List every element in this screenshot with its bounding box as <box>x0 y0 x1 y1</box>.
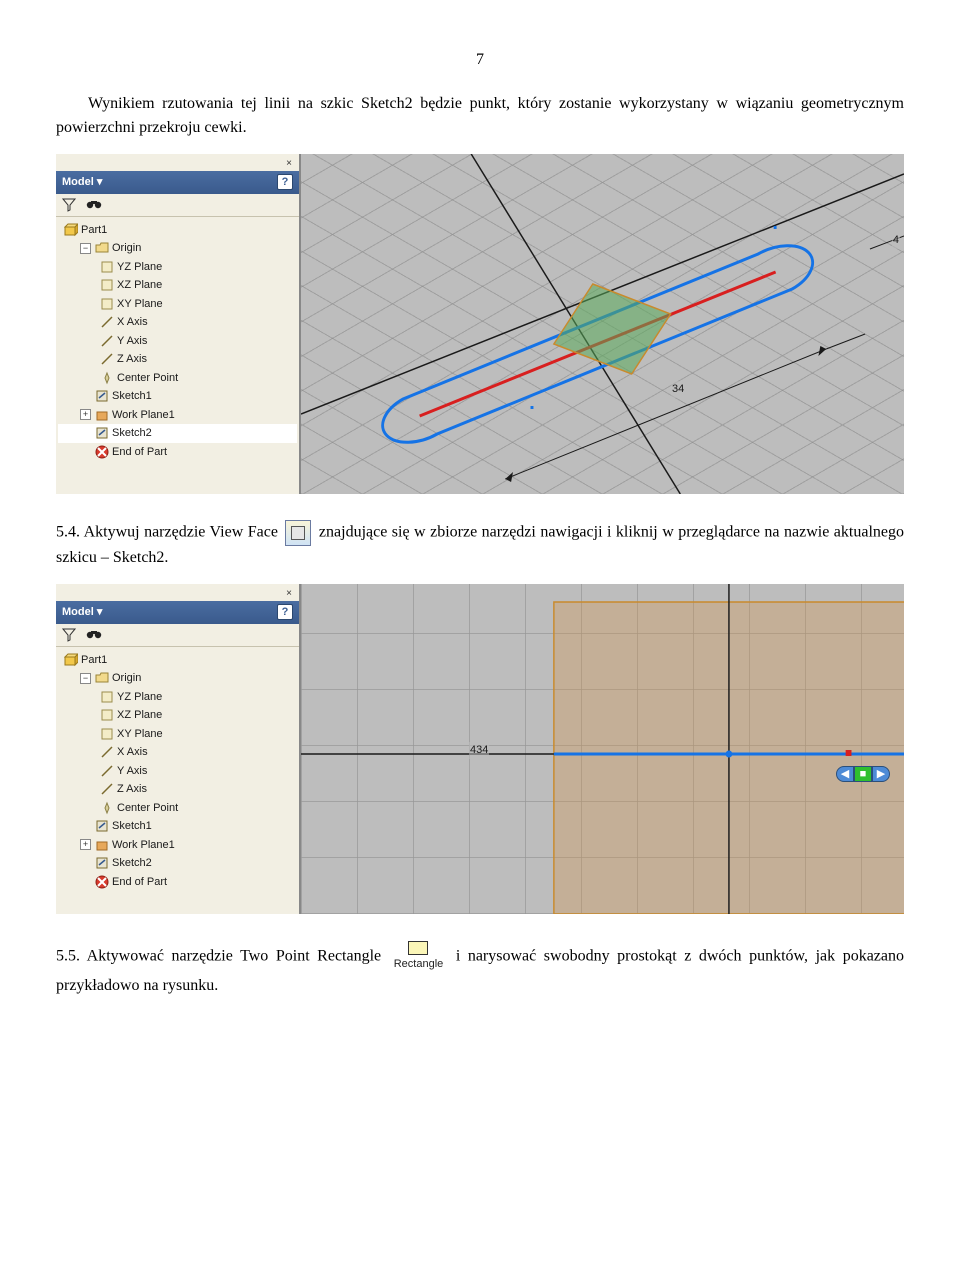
plane-icon <box>100 727 114 741</box>
close-icon[interactable]: × <box>283 586 295 601</box>
sketch-icon <box>95 389 109 403</box>
tree-xy-plane[interactable]: XY Plane <box>58 725 297 744</box>
tree-center-point[interactable]: Center Point <box>58 369 297 388</box>
tree-sketch2[interactable]: Sketch2 <box>58 854 297 873</box>
filter-icon[interactable] <box>62 198 76 212</box>
axis-icon <box>100 315 114 329</box>
help-icon[interactable]: ? <box>277 174 293 190</box>
workplane-icon <box>95 408 109 422</box>
tree-end-of-part[interactable]: End of Part <box>58 873 297 892</box>
filter-icon[interactable] <box>62 628 76 642</box>
help-icon[interactable]: ? <box>277 604 293 620</box>
tree-yz-plane[interactable]: YZ Plane <box>58 258 297 277</box>
sketch-icon <box>95 426 109 440</box>
screenshot-2: × Model ▾ ? Part1 −Origin YZ Plane XZ Pl… <box>56 584 904 914</box>
panel-title: Model ▾ <box>62 604 102 621</box>
tree-workplane1[interactable]: +Work Plane1 <box>58 406 297 425</box>
model-tree: Part1 −Origin YZ Plane XZ Plane XY Plane… <box>56 647 299 915</box>
tree-z-axis[interactable]: Z Axis <box>58 780 297 799</box>
tree-center-point[interactable]: Center Point <box>58 799 297 818</box>
dimension-label-434[interactable]: 434 <box>469 742 489 759</box>
model-tree-panel-2: × Model ▾ ? Part1 −Origin YZ Plane XZ Pl… <box>56 584 301 914</box>
tree-part[interactable]: Part1 <box>58 221 297 240</box>
plane-icon <box>100 690 114 704</box>
two-point-rectangle-icon: Rectangle <box>392 940 446 974</box>
close-icon[interactable]: × <box>283 156 295 171</box>
panel-title: Model ▾ <box>62 174 102 191</box>
scrub-left-icon[interactable]: ◀ <box>836 766 854 782</box>
sketch-icon <box>95 856 109 870</box>
folder-icon <box>95 241 109 255</box>
tree-part[interactable]: Part1 <box>58 651 297 670</box>
tree-end-of-part[interactable]: End of Part <box>58 443 297 462</box>
end-of-part-icon <box>95 445 109 459</box>
workplane-icon <box>95 838 109 852</box>
expand-icon[interactable]: + <box>80 839 91 850</box>
panel-header[interactable]: Model ▾ ? <box>56 601 299 624</box>
sketch-geometry <box>301 154 904 494</box>
part-icon <box>64 653 78 667</box>
plane-icon <box>100 708 114 722</box>
plane-icon <box>100 297 114 311</box>
part-icon <box>64 223 78 237</box>
dimension-label-34[interactable]: 34 <box>671 381 685 398</box>
tree-sketch1[interactable]: Sketch1 <box>58 817 297 836</box>
binoculars-icon[interactable] <box>86 628 102 640</box>
step-5-4: 5.4. Aktywuj narzędzie View Face znajduj… <box>56 520 904 570</box>
viewport-3d[interactable]: 34 4 <box>301 154 904 494</box>
axis-icon <box>100 334 114 348</box>
axis-icon <box>100 745 114 759</box>
tree-yz-plane[interactable]: YZ Plane <box>58 688 297 707</box>
tree-origin[interactable]: − Origin <box>58 239 297 258</box>
plane-icon <box>100 260 114 274</box>
point-icon <box>100 371 114 385</box>
collapse-icon[interactable]: − <box>80 243 91 254</box>
tree-x-axis[interactable]: X Axis <box>58 743 297 762</box>
tree-origin[interactable]: −Origin <box>58 669 297 688</box>
axis-icon <box>100 782 114 796</box>
view-face-icon <box>285 520 311 546</box>
value-scrubber[interactable]: ◀ ■ ▶ <box>836 766 890 782</box>
intro-paragraph: Wynikiem rzutowania tej linii na szkic S… <box>56 92 904 140</box>
point-icon <box>100 801 114 815</box>
scrub-commit-icon[interactable]: ■ <box>854 766 872 782</box>
tree-workplane1[interactable]: +Work Plane1 <box>58 836 297 855</box>
folder-icon <box>95 671 109 685</box>
collapse-icon[interactable]: − <box>80 673 91 684</box>
binoculars-icon[interactable] <box>86 198 102 210</box>
tree-xz-plane[interactable]: XZ Plane <box>58 276 297 295</box>
tree-x-axis[interactable]: X Axis <box>58 313 297 332</box>
screenshot-1: × Model ▾ ? Part1 − Origin YZ Plane <box>56 154 904 494</box>
scrub-right-icon[interactable]: ▶ <box>872 766 890 782</box>
tree-z-axis[interactable]: Z Axis <box>58 350 297 369</box>
dimension-label-4[interactable]: 4 <box>892 232 900 249</box>
model-tree-panel: × Model ▾ ? Part1 − Origin YZ Plane <box>56 154 301 494</box>
end-of-part-icon <box>95 875 109 889</box>
viewport-3d[interactable]: 434 ◀ ■ ▶ <box>301 584 904 914</box>
model-tree: Part1 − Origin YZ Plane XZ Plane XY Plan… <box>56 217 299 495</box>
sketch-icon <box>95 819 109 833</box>
tree-y-axis[interactable]: Y Axis <box>58 762 297 781</box>
tree-y-axis[interactable]: Y Axis <box>58 332 297 351</box>
page-number: 7 <box>56 48 904 72</box>
sketch-geometry <box>301 584 904 914</box>
expand-icon[interactable]: + <box>80 409 91 420</box>
axis-icon <box>100 352 114 366</box>
axis-icon <box>100 764 114 778</box>
tree-sketch2[interactable]: Sketch2 <box>58 424 297 443</box>
panel-header[interactable]: Model ▾ ? <box>56 171 299 194</box>
step-5-5: 5.5. Aktywować narzędzie Two Point Recta… <box>56 940 904 998</box>
tree-xz-plane[interactable]: XZ Plane <box>58 706 297 725</box>
tree-xy-plane[interactable]: XY Plane <box>58 295 297 314</box>
plane-icon <box>100 278 114 292</box>
tree-sketch1[interactable]: Sketch1 <box>58 387 297 406</box>
